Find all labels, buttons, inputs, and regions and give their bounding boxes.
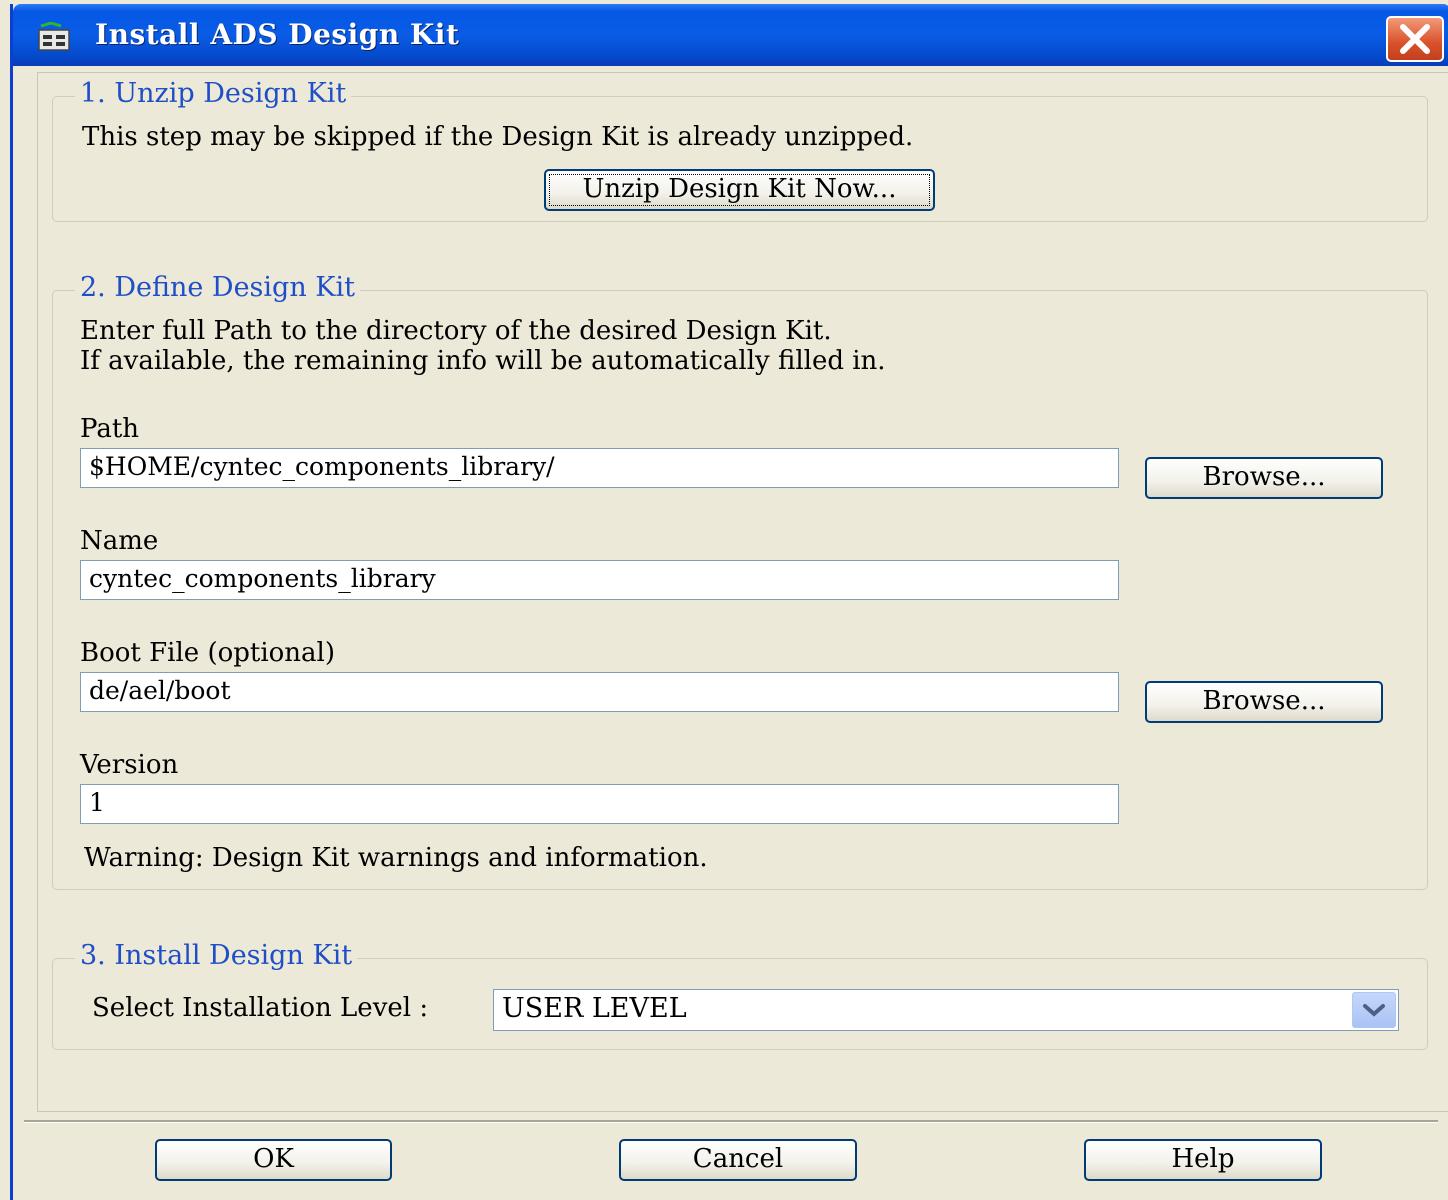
title-bar[interactable]: Install ADS Design Kit bbox=[13, 4, 1448, 66]
dropdown-button[interactable] bbox=[1352, 992, 1396, 1028]
app-icon bbox=[38, 22, 70, 51]
boot-file-input[interactable]: de/ael/boot bbox=[80, 672, 1119, 712]
install-group-legend: 3. Install Design Kit bbox=[75, 942, 358, 969]
warning-text: Warning: Design Kit warnings and informa… bbox=[84, 843, 708, 873]
define-description-line1: Enter full Path to the directory of the … bbox=[80, 316, 832, 346]
close-icon bbox=[1400, 24, 1430, 54]
boot-file-label: Boot File (optional) bbox=[80, 638, 336, 668]
unzip-now-button[interactable]: Unzip Design Kit Now... bbox=[544, 169, 935, 211]
name-label: Name bbox=[80, 526, 159, 556]
path-browse-button[interactable]: Browse... bbox=[1145, 457, 1383, 499]
name-input[interactable]: cyntec_components_library bbox=[80, 560, 1119, 600]
unzip-group-legend: 1. Unzip Design Kit bbox=[75, 80, 352, 107]
version-input[interactable]: 1 bbox=[80, 784, 1119, 824]
cancel-button[interactable]: Cancel bbox=[619, 1139, 857, 1181]
define-description-line2: If available, the remaining info will be… bbox=[80, 346, 886, 376]
path-input[interactable]: $HOME/cyntec_components_library/ bbox=[80, 448, 1119, 488]
help-button[interactable]: Help bbox=[1084, 1139, 1322, 1181]
boot-file-browse-button[interactable]: Browse... bbox=[1145, 681, 1383, 723]
unzip-description: This step may be skipped if the Design K… bbox=[82, 122, 914, 152]
ok-button[interactable]: OK bbox=[155, 1139, 392, 1181]
installation-level-value: USER LEVEL bbox=[502, 993, 687, 1024]
footer-separator bbox=[24, 1120, 1438, 1123]
installation-level-label: Select Installation Level : bbox=[92, 993, 429, 1023]
chevron-down-icon bbox=[1363, 1004, 1385, 1017]
window-title: Install ADS Design Kit bbox=[95, 18, 460, 51]
close-button[interactable] bbox=[1386, 16, 1444, 62]
version-label: Version bbox=[80, 750, 179, 780]
define-group-legend: 2. Define Design Kit bbox=[75, 274, 360, 301]
installation-level-select[interactable]: USER LEVEL bbox=[493, 989, 1399, 1031]
path-label: Path bbox=[80, 414, 140, 444]
